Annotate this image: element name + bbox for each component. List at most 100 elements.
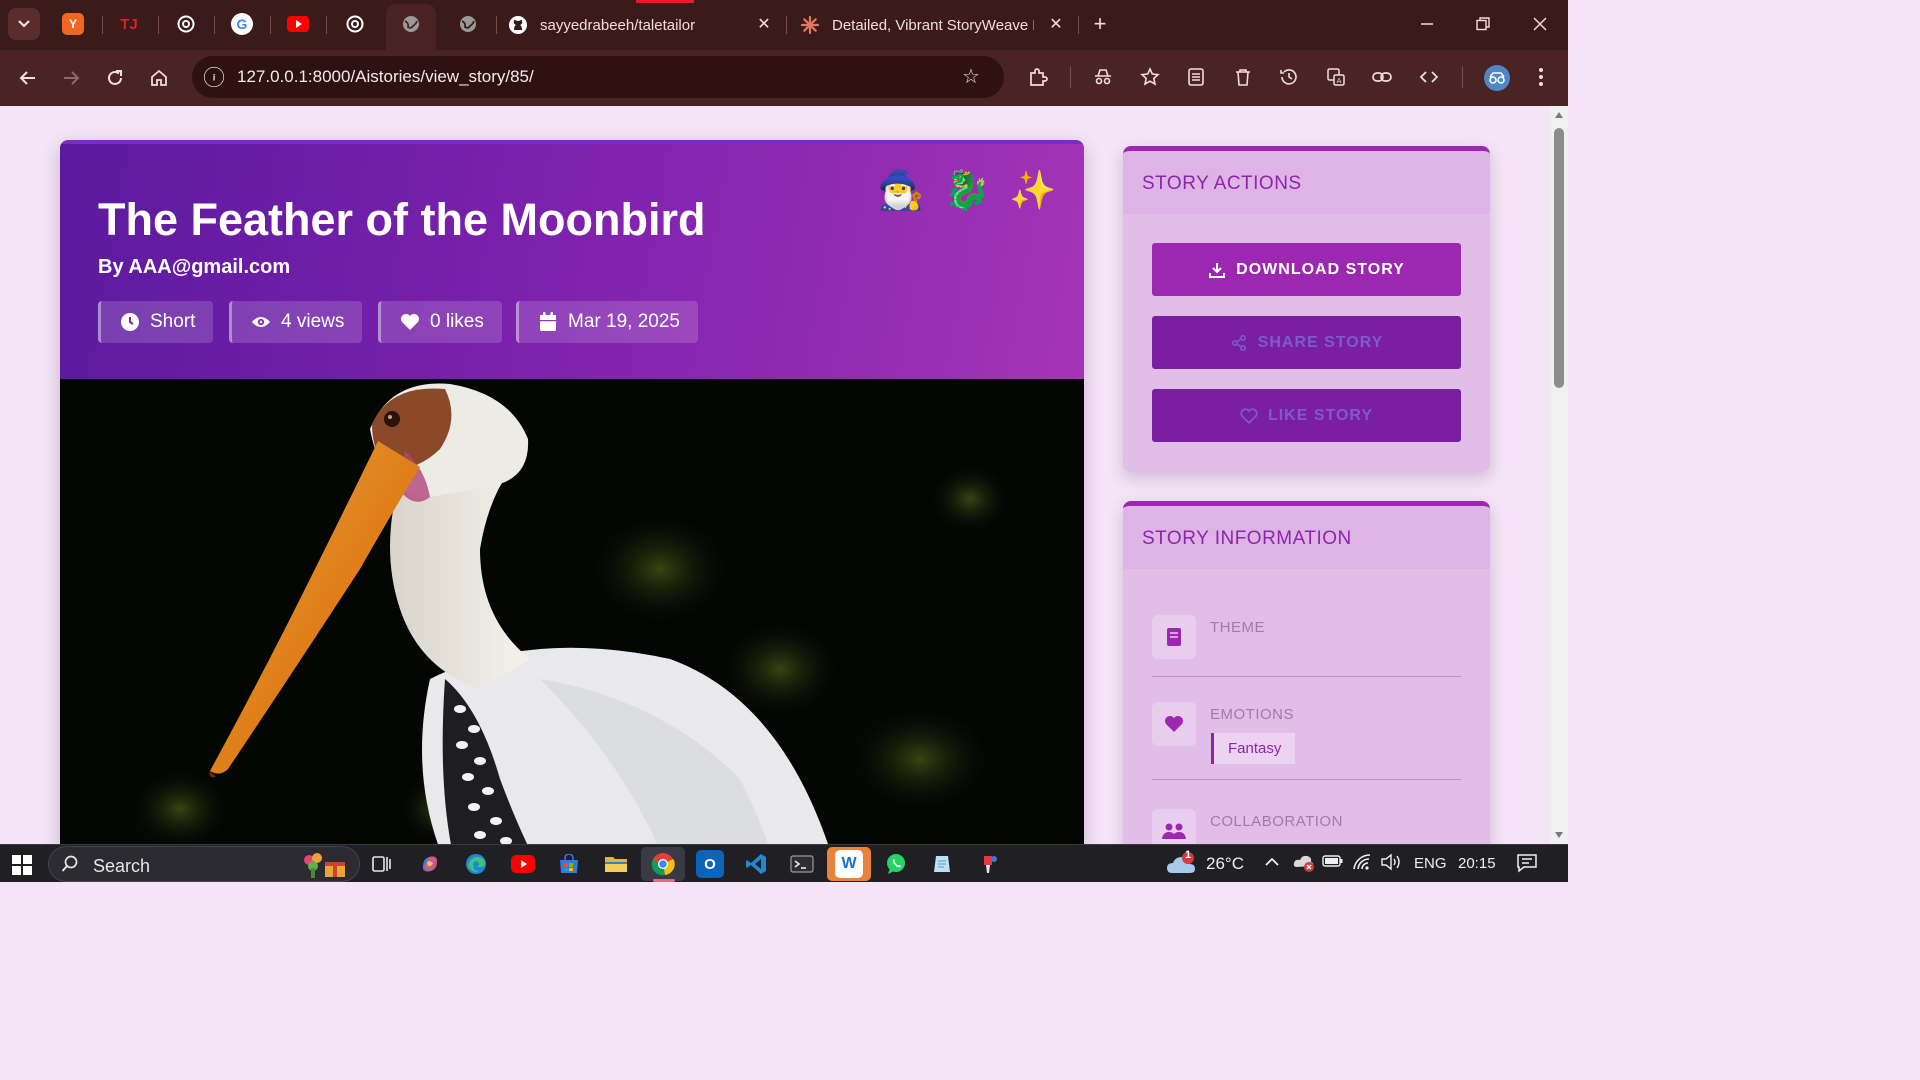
arrow-right-icon <box>64 71 80 85</box>
task-view-icon[interactable] <box>368 850 396 878</box>
like-story-button[interactable]: LIKE STORY <box>1152 389 1461 442</box>
tab-divider <box>496 16 497 34</box>
close-tab-icon[interactable]: ✕ <box>754 14 774 34</box>
vscode-icon[interactable] <box>742 850 770 878</box>
notification-center-icon[interactable] <box>1516 853 1538 877</box>
story-information-heading: STORY INFORMATION <box>1123 506 1490 569</box>
reload-icon <box>108 70 122 85</box>
y-combinator-icon[interactable]: Y <box>62 13 84 35</box>
whatsapp-icon[interactable] <box>882 850 910 878</box>
taskbar-search-box[interactable]: Search <box>48 846 360 882</box>
clock-icon <box>120 312 140 332</box>
story-cover-image <box>60 379 1084 844</box>
chevron-up-icon[interactable] <box>1264 854 1280 874</box>
google-icon[interactable]: G <box>231 13 253 35</box>
globe-icon[interactable] <box>457 13 479 35</box>
story-hero-card: The Feather of the Moonbird By AAA@gmail… <box>60 140 1084 844</box>
emotion-tag: Fantasy <box>1211 733 1296 764</box>
restore-button[interactable] <box>1471 12 1495 36</box>
download-story-button[interactable]: DOWNLOAD STORY <box>1152 243 1461 296</box>
copilot-icon[interactable] <box>416 850 444 878</box>
volume-icon[interactable] <box>1380 853 1402 875</box>
more-menu-icon[interactable] <box>1528 64 1554 90</box>
battery-icon[interactable] <box>1322 854 1344 872</box>
chrome-icon[interactable] <box>649 850 677 878</box>
gift-flowers-icon <box>304 853 345 878</box>
wifi-icon[interactable] <box>1352 853 1374 875</box>
chatgpt-icon[interactable] <box>344 13 366 35</box>
terminal-icon[interactable] <box>788 850 816 878</box>
temperature-text[interactable]: 26°C <box>1206 854 1244 874</box>
paint-app-icon[interactable] <box>975 850 1003 878</box>
toolbar-divider <box>1462 66 1463 88</box>
arrow-left-icon <box>19 71 35 85</box>
history-icon[interactable] <box>1276 64 1302 90</box>
theme-label: THEME <box>1210 619 1265 636</box>
minimize-button[interactable] <box>1415 12 1439 36</box>
calendar-icon <box>538 312 558 332</box>
cloud-sync-error-icon[interactable] <box>1293 853 1317 877</box>
story-actions-heading: STORY ACTIONS <box>1123 151 1490 214</box>
sparkles-emoji-icon: ✨ <box>1009 170 1057 212</box>
story-actions-card: STORY ACTIONS DOWNLOAD STORY SHARE STORY… <box>1123 146 1490 472</box>
browser-tab-bar: Y TJ G sayyedrabeeh/taletailor ✕ Detaile… <box>0 0 1568 50</box>
heart-outline-icon <box>1240 407 1258 425</box>
site-info-icon[interactable]: i <box>203 66 225 88</box>
wps-writer-icon[interactable]: W <box>835 850 863 878</box>
browser-toolbar: i 127.0.0.1:8000/Aistories/view_story/85… <box>0 50 1568 106</box>
scroll-up-arrow-icon[interactable] <box>1555 112 1563 118</box>
clock-time[interactable]: 20:15 <box>1458 855 1496 872</box>
extensions-icon[interactable] <box>1025 64 1051 90</box>
like-story-label: LIKE STORY <box>1267 406 1374 424</box>
book-icon <box>1152 615 1196 659</box>
tj-icon[interactable]: TJ <box>118 13 140 35</box>
trash-icon[interactable] <box>1230 64 1256 90</box>
outlook-icon[interactable]: O <box>696 850 724 878</box>
close-tab-icon[interactable]: ✕ <box>1046 14 1066 34</box>
tab-search-dropdown[interactable] <box>8 8 40 40</box>
forward-button[interactable] <box>57 64 85 92</box>
weather-icon[interactable] <box>1166 851 1198 881</box>
language-indicator[interactable]: ENG <box>1414 855 1447 872</box>
home-button[interactable] <box>145 64 173 92</box>
tab-title: Detailed, Vibrant StoryWeave R <box>832 16 1034 34</box>
scroll-down-arrow-icon[interactable] <box>1555 832 1563 838</box>
youtube-icon[interactable] <box>287 13 309 35</box>
back-button[interactable] <box>14 64 42 92</box>
close-window-button[interactable] <box>1528 12 1552 36</box>
notes-app-icon[interactable] <box>928 850 956 878</box>
url-text[interactable]: 127.0.0.1:8000/Aistories/view_story/85/ <box>237 67 534 87</box>
share-story-button[interactable]: SHARE STORY <box>1152 316 1461 369</box>
code-icon[interactable] <box>1416 64 1442 90</box>
address-bar[interactable]: i 127.0.0.1:8000/Aistories/view_story/85… <box>192 56 1004 98</box>
youtube-app-icon[interactable] <box>509 850 537 878</box>
new-tab-button[interactable]: + <box>1088 11 1112 36</box>
translate-icon[interactable]: A <box>1323 64 1349 90</box>
edge-icon[interactable] <box>462 850 490 878</box>
file-explorer-icon[interactable] <box>602 850 630 878</box>
story-title: The Feather of the Moonbird <box>98 194 706 245</box>
tab-divider <box>1078 16 1079 34</box>
github-icon <box>508 15 528 35</box>
tab-claude[interactable]: Detailed, Vibrant StoryWeave R <box>800 7 1034 43</box>
story-date-pill: Mar 19, 2025 <box>516 301 698 343</box>
bookmark-star-icon[interactable]: ☆ <box>962 64 980 89</box>
reading-list-icon[interactable] <box>1183 64 1209 90</box>
microsoft-store-icon[interactable] <box>555 850 583 878</box>
download-icon <box>1208 261 1226 279</box>
scroll-thumb[interactable] <box>1554 128 1564 388</box>
heart-icon <box>400 312 420 332</box>
tab-github[interactable]: sayyedrabeeh/taletailor <box>508 7 748 43</box>
page-scrollbar[interactable] <box>1550 106 1568 844</box>
profile-avatar[interactable] <box>1484 65 1510 91</box>
link-icon[interactable] <box>1369 64 1395 90</box>
wizard-emoji-icon: 🧙‍♂️ <box>877 170 925 212</box>
windows-start-icon[interactable] <box>12 855 32 875</box>
users-icon <box>1152 809 1196 844</box>
incognito-icon[interactable] <box>1090 64 1116 90</box>
chatgpt-icon[interactable] <box>175 13 197 35</box>
favorites-icon[interactable] <box>1137 64 1163 90</box>
reload-button[interactable] <box>101 64 129 92</box>
story-views-text: 4 views <box>281 311 345 332</box>
svg-text:A: A <box>1337 77 1342 85</box>
